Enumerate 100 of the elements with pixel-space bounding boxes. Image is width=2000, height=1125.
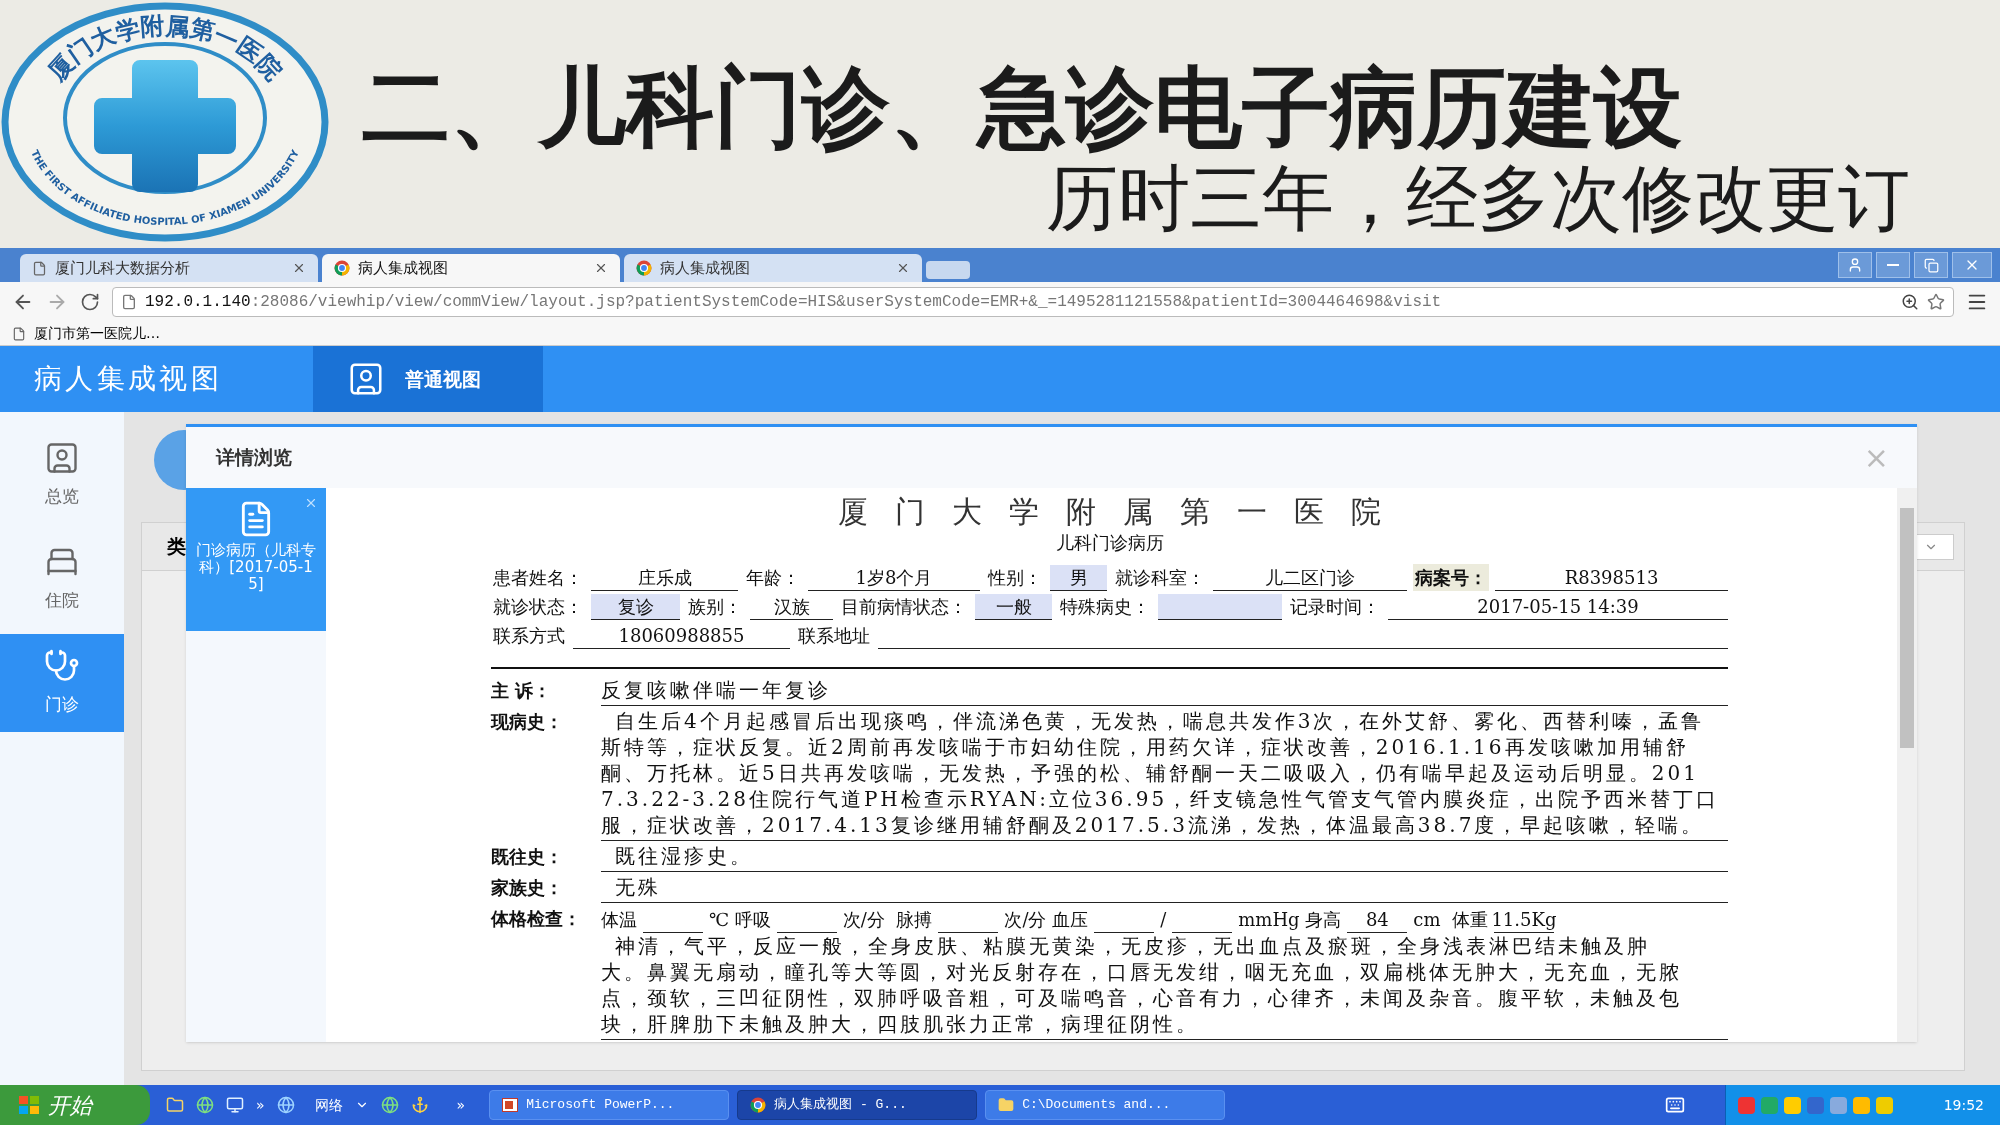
app-title: 病人集成视图 bbox=[33, 361, 224, 397]
overflow-chevron[interactable]: » bbox=[256, 1094, 265, 1116]
restore-icon bbox=[1923, 257, 1939, 273]
sidebar-item[interactable]: 住院 bbox=[0, 530, 124, 628]
folder-icon bbox=[998, 1097, 1015, 1113]
form-field: 汉族 bbox=[750, 594, 833, 620]
globe-icon[interactable] bbox=[276, 1096, 295, 1114]
close-icon[interactable] bbox=[594, 261, 608, 275]
vital-field: 84 bbox=[1347, 907, 1408, 933]
view-tab[interactable]: 普通视图 bbox=[313, 346, 543, 412]
reload-icon[interactable] bbox=[80, 292, 100, 312]
record-item[interactable]: 门诊病历（儿科专科）[2017-05-15] bbox=[186, 488, 326, 631]
tab-title: 厦门儿科大数据分析 bbox=[55, 257, 191, 279]
sidebar-item[interactable]: 门诊 bbox=[0, 634, 124, 732]
slide-title: 二、儿科门诊、急诊电子病历建设 bbox=[362, 58, 1683, 158]
app-icon bbox=[636, 260, 652, 276]
clock: 19:52 bbox=[1943, 1095, 1984, 1115]
column-header: 类 bbox=[167, 534, 186, 560]
form-field: 儿二区门诊 bbox=[1213, 565, 1407, 591]
address-field[interactable]: 192.0.1.140:28086/viewhip/view/commView/layout.jsp?patientSystemCode=HIS&userSystemCode=EMR+&_=1495281121558&patientId=3004464698&visit bbox=[112, 287, 1954, 317]
start-button[interactable]: 开始 bbox=[0, 1085, 150, 1125]
vital-label: cm 体重 bbox=[1413, 908, 1488, 932]
form-title: 儿科门诊病历 bbox=[1055, 532, 1164, 554]
section-label: 主 诉： bbox=[491, 679, 553, 703]
browser-tab[interactable]: 病人集成视图 bbox=[624, 254, 922, 282]
vital-label: / bbox=[1160, 908, 1167, 932]
vital-label: mmHg 身高 bbox=[1238, 908, 1342, 932]
record-text: 酮、万托林。近5日共再发咳喘，无发热，予强的松、辅舒酮一天二吸吸入，仍有喘早起及运动后明显。201 bbox=[601, 760, 1700, 786]
section-label: 现病史： bbox=[491, 710, 564, 734]
tray-icon[interactable] bbox=[1784, 1096, 1801, 1114]
browser-tab[interactable]: 病人集成视图 bbox=[322, 254, 620, 282]
form-field: 复诊 bbox=[591, 594, 680, 620]
windows-flag-icon bbox=[18, 1095, 40, 1115]
taskbar-task[interactable]: C:\Documents and... bbox=[985, 1090, 1226, 1120]
field-label: 就诊科室： bbox=[1114, 566, 1206, 590]
field-label: 患者姓名： bbox=[492, 566, 584, 590]
browser-tab[interactable]: 厦门儿科大数据分析 bbox=[20, 254, 318, 282]
form-field: 男 bbox=[1050, 565, 1107, 591]
restore-button[interactable] bbox=[1914, 252, 1948, 278]
user-icon bbox=[1847, 257, 1863, 273]
close-icon[interactable] bbox=[292, 261, 306, 275]
page-icon bbox=[32, 260, 47, 276]
bookmark-star-icon[interactable] bbox=[1927, 293, 1945, 311]
sidebar-item[interactable]: 总览 bbox=[0, 426, 124, 524]
field-label: 病案号： bbox=[1413, 564, 1489, 591]
vital-label: 次/分 脉搏 bbox=[842, 908, 933, 932]
record-text: 斯特等，症状反复。近2周前再发咳喘于市妇幼住院，用药欠详，症状改善，2016.1.16再发咳嗽加用辅舒 bbox=[601, 734, 1690, 760]
form-field: 2017-05-15 14:39 bbox=[1388, 594, 1728, 620]
anchor-icon[interactable] bbox=[410, 1096, 429, 1114]
field-label: 族别： bbox=[687, 595, 743, 619]
form-field: 1岁8个月 bbox=[808, 565, 980, 591]
vital-label: 次/分 血压 bbox=[1004, 908, 1089, 932]
record-text: 既往湿疹史。 bbox=[614, 843, 754, 869]
record-text: 点，颈软，三凹征阴性，双肺呼吸音粗，可及喘鸣音，心音有力，心律齐，未闻及杂音。腹平软，未触及包 bbox=[601, 985, 1683, 1011]
close-icon[interactable] bbox=[896, 261, 910, 275]
form-field: 庄乐成 bbox=[591, 565, 738, 591]
toolbar-label[interactable]: 网络 bbox=[314, 1094, 343, 1116]
app-icon bbox=[334, 260, 350, 276]
record-text: 大。鼻翼无扇动，瞳孔等大等圆，对光反射存在，口唇无发绀，咽无充血，双扁桃体无肿大，无充血，无脓 bbox=[601, 959, 1683, 985]
form-field: 18060988855 bbox=[573, 623, 790, 649]
field-label: 联系地址 bbox=[797, 624, 871, 648]
tray-icon[interactable] bbox=[1876, 1096, 1893, 1114]
bookmark-item[interactable]: 厦门市第一医院儿… bbox=[12, 323, 160, 344]
tray-icon[interactable] bbox=[1853, 1096, 1870, 1114]
slides-app-icon bbox=[502, 1097, 519, 1113]
record-text: 神清，气平，反应一般，全身皮肤、粘膜无黄染，无皮疹，无出血点及瘀斑，全身浅表淋巴结未触及肿 bbox=[614, 933, 1651, 959]
section-label: 体格检查： bbox=[491, 907, 582, 931]
keyboard-icon[interactable] bbox=[1665, 1095, 1685, 1115]
zoom-icon[interactable] bbox=[1901, 293, 1919, 311]
user-button[interactable] bbox=[1838, 252, 1872, 278]
slide-subtitle: 历时三年，经多次修改更订 bbox=[1046, 158, 1910, 238]
vital-label: ℃ 呼吸 bbox=[709, 908, 771, 932]
taskbar-task[interactable]: Microsoft PowerP... bbox=[489, 1090, 730, 1120]
field-label: 记录时间： bbox=[1289, 595, 1381, 619]
record-text: 自生后4个月起感冒后出现痰鸣，伴流涕色黄，无发热，喘息共发作3次，在外艾舒、雾化、西替利嗪，孟鲁 bbox=[614, 708, 1706, 734]
vital-field: 11.5Kg bbox=[1493, 907, 1554, 933]
globe-icon[interactable] bbox=[380, 1096, 399, 1114]
field-label: 目前病情状态： bbox=[840, 595, 968, 619]
field-label: 就诊状态： bbox=[492, 595, 584, 619]
record-text: 服，症状改善，2017.4.13复诊继用辅舒酮及2017.5.3流涕，发热，体温最高38.7度，早起咳嗽，轻喘。 bbox=[601, 812, 1706, 838]
hospital-name: 厦门大学附属第一医院 bbox=[837, 493, 1408, 531]
vital-label: 体温 bbox=[601, 908, 637, 932]
monitor-icon[interactable] bbox=[226, 1096, 244, 1114]
section-label: 既往史： bbox=[491, 845, 564, 869]
folder-icon[interactable] bbox=[166, 1096, 184, 1114]
globe-icon[interactable] bbox=[196, 1096, 214, 1114]
profile-icon bbox=[347, 360, 385, 398]
minimize-icon bbox=[1887, 264, 1899, 266]
section-label: 家族史： bbox=[491, 876, 564, 900]
field-label: 特殊病史： bbox=[1059, 595, 1151, 619]
taskbar-task[interactable]: 病人集成视图 - G... bbox=[737, 1090, 978, 1120]
dialog-title: 详情浏览 bbox=[216, 445, 292, 471]
field-label: 性别： bbox=[986, 566, 1043, 590]
minimize-button[interactable] bbox=[1876, 252, 1910, 278]
scrollbar[interactable] bbox=[1897, 488, 1917, 1042]
page-icon bbox=[12, 326, 26, 341]
overflow-chevron[interactable]: » bbox=[456, 1094, 466, 1116]
record-text: 反复咳嗽伴喘一年复诊 bbox=[601, 677, 832, 703]
field-label: 年龄： bbox=[745, 566, 801, 590]
record-text: 7.3.22-3.28住院行气道PH检查示RYAN:立位36.95，纤支镜急性气管支气管内膜炎症，出院予西米替丁口 bbox=[601, 786, 1721, 812]
